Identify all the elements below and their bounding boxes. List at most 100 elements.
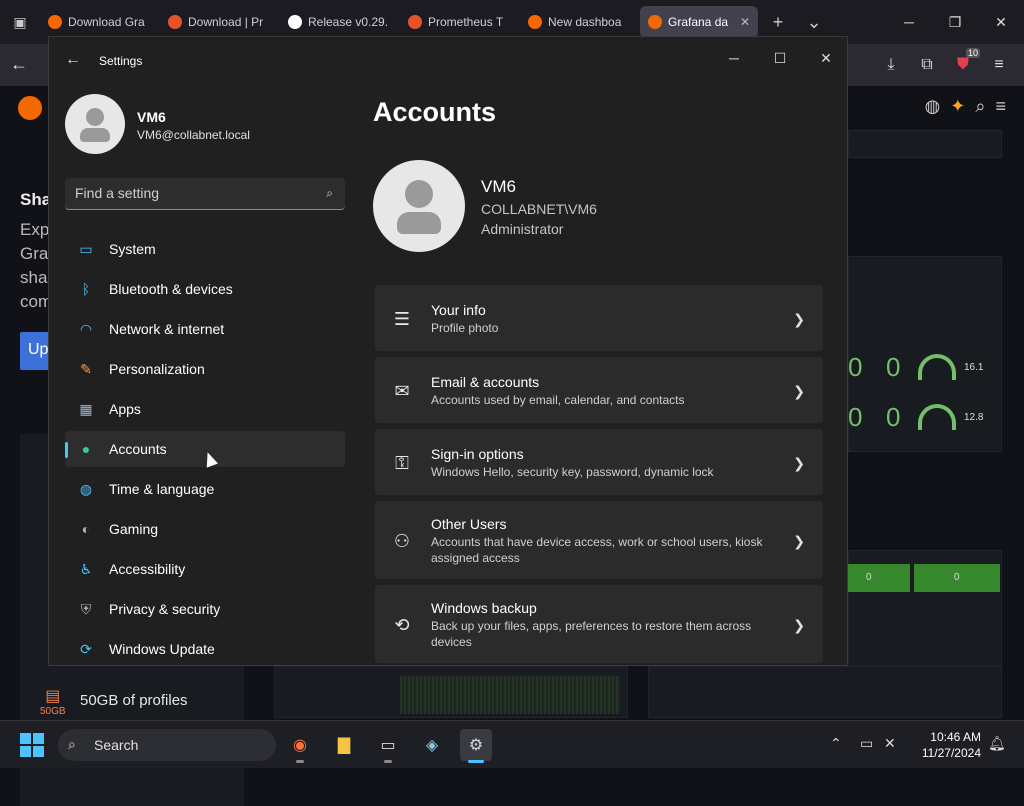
nav-item-system[interactable]: ▭ System [65,231,345,267]
settings-back-icon[interactable]: ← [65,51,81,69]
card-windows-backup[interactable]: ⟲ Windows backup Back up your files, apps,… [375,585,823,663]
nav-item-time-language[interactable]: ◍ Time & language [65,471,345,507]
notifications-bell-icon[interactable]: 🔔︎ [988,735,1006,752]
grafana-logo-icon[interactable] [18,96,42,120]
tab-list-chevron-icon[interactable]: ⌄ [796,6,832,38]
tray-chevron-icon[interactable]: ⌃ [830,735,842,752]
browser-tab[interactable]: Grafana da ✕ [640,6,758,38]
extension-shield-icon[interactable]: ⛊ 10 [950,48,980,78]
clock[interactable]: 10:46 AM 11/27/2024 [922,729,981,761]
browser-back-icon[interactable]: ← [10,54,28,75]
stat-value: 0 [886,402,901,432]
grafana-upgrade-button[interactable]: Up [20,332,50,370]
tab-favicon-icon [168,15,182,29]
nav-item-accessibility[interactable]: ♿ Accessibility [65,551,345,587]
file-explorer-icon[interactable]: ▇ [328,729,360,761]
nav-item-gaming[interactable]: ◐ Gaming [65,511,345,547]
sparkle-icon[interactable]: ✦ [950,96,965,117]
brush-icon: ✎ [80,360,92,377]
tab-overview-icon[interactable]: ▣ [0,0,40,44]
nav-item-label: Personalization [109,361,205,377]
settings-search-input[interactable] [65,178,305,208]
browser-tab[interactable]: Download Gra [40,6,158,38]
card-sign-in-options[interactable]: ⚿ Sign-in options Windows Hello, security … [375,429,823,495]
settings-app-icon[interactable]: ⚙ [460,729,492,763]
card-title: Email & accounts [431,374,540,390]
chevron-right-icon: ❯ [793,383,805,399]
network-icon[interactable]: ▭ [860,735,873,752]
browser-minimize-button[interactable]: ─ [886,0,932,44]
app-icon[interactable]: ◈ [416,729,448,761]
profiles-label: 50GB of profiles [80,692,188,709]
search-icon[interactable]: ⌕ [975,96,985,117]
tab-favicon-icon [528,15,542,29]
browser-tab[interactable]: Prometheus T [400,6,518,38]
person-info-icon: ☰ [393,309,411,329]
tab-label: Prometheus T [428,15,504,29]
browser-tab[interactable]: Release v0.29. [280,6,398,38]
card-description: Profile photo [431,321,499,335]
wifi-icon: ◠ [79,320,93,337]
stat-value: 0 [848,352,863,382]
tab-label: Download Gra [68,15,145,29]
tab-label: Release v0.29. [308,15,389,29]
browser-tab[interactable]: Download | Pr [160,6,278,38]
taskbar-search[interactable]: ⌕ Search [58,729,276,761]
nav-item-personalization[interactable]: ✎ Personalization [65,351,345,387]
search-icon[interactable]: ⌕ [326,186,333,201]
user-email: VM6@collabnet.local [137,128,250,142]
clock-date: 11/27/2024 [921,746,981,760]
gauge-value: 12.8 [964,412,984,423]
tab-label: New dashboa [548,15,622,29]
terminal-icon[interactable]: ▭ [372,729,404,763]
nav-item-privacy-security[interactable]: ⛨ Privacy & security [65,591,345,627]
firefox-icon[interactable]: ◉ [284,729,316,763]
account-domain: COLLABNET\VM6 [481,201,597,217]
taskbar-search-label: Search [94,737,139,753]
nav-item-label: Privacy & security [109,601,221,617]
hamburger-menu-icon[interactable]: ≡ [995,96,1006,117]
volume-muted-icon[interactable]: ✕ [884,735,896,752]
card-email-accounts[interactable]: ✉ Email & accounts Accounts used by email,… [375,357,823,423]
settings-search-box[interactable]: ⌕ [65,178,345,210]
nav-item-label: Accounts [109,441,167,457]
browser-tab[interactable]: New dashboa [520,6,638,38]
tab-favicon-icon [408,15,422,29]
stat-value: 0 [848,402,863,432]
page-title: Accounts [373,97,497,127]
tab-close-icon[interactable]: ✕ [740,15,750,29]
tab-label: Download | Pr [188,15,264,29]
nav-item-label: Accessibility [109,561,186,577]
nav-item-windows-update[interactable]: ⟳ Windows Update [65,631,345,665]
extensions-icon[interactable]: ⧉ [914,52,940,78]
card-description: Accounts that have device access, work o… [431,535,763,565]
globe-icon[interactable]: ◍ [925,96,941,117]
browser-menu-icon[interactable]: ≡ [986,52,1012,78]
grafana-heading: Sha [20,190,52,209]
new-tab-button[interactable]: + [760,6,796,38]
card-other-users[interactable]: ⚇ Other Users Accounts that have device ac… [375,501,823,579]
account-role: Administrator [481,221,564,237]
search-icon: ⌕ [68,736,76,752]
key-icon: ⚿ [395,453,409,473]
nav-item-label: Apps [109,401,141,417]
user-avatar[interactable] [65,94,125,154]
account-avatar[interactable] [373,160,465,252]
settings-window-title: Settings [99,54,143,68]
chevron-right-icon: ❯ [793,455,805,471]
nav-item-network-internet[interactable]: ◠ Network & internet [65,311,345,347]
card-title: Sign-in options [431,446,524,462]
grafana-panel [848,130,1002,158]
browser-maximize-button[interactable]: ❐ [932,0,978,44]
nav-item-label: Windows Update [109,641,215,657]
start-button[interactable] [20,733,44,757]
browser-close-button[interactable]: ✕ [978,0,1024,44]
nav-item-apps[interactable]: ▦ Apps [65,391,345,427]
grafana-text-line: Exp [20,220,50,239]
downloads-icon[interactable]: ⤓ [878,52,904,78]
grafana-text-line: sha [20,268,48,287]
profiles-icon: ▤ 50GB [40,688,66,717]
card-your-info[interactable]: ☰ Your info Profile photo ❯ [375,285,823,351]
accessibility-icon: ♿ [79,560,93,577]
nav-item-bluetooth-devices[interactable]: ᛒ Bluetooth & devices [65,271,345,307]
